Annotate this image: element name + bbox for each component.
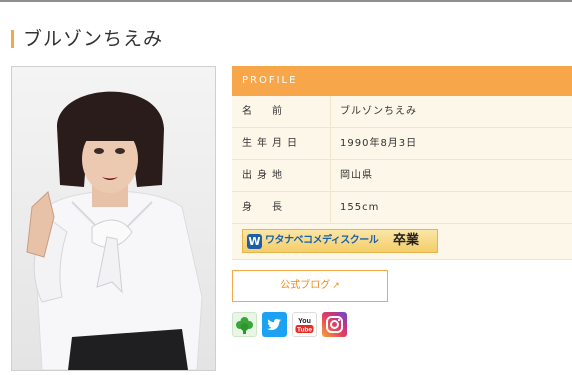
row-value: 岡山県: [340, 170, 373, 181]
school-badge: W ワタナベコメディスクール 卒業: [242, 229, 438, 253]
row-label: 名 前: [242, 106, 287, 117]
page-title: ブルゾンちえみ: [23, 28, 164, 50]
row-value: ブルゾンちえみ: [340, 106, 417, 117]
school-logo-icon: W: [247, 234, 262, 249]
row-label: 生年月日: [242, 138, 302, 149]
school-status: 卒業: [393, 233, 420, 248]
top-divider: [0, 0, 572, 2]
youtube-tube-text: Tube: [297, 326, 312, 333]
instagram-icon[interactable]: [322, 312, 347, 337]
school-row: W ワタナベコメディスクール 卒業: [232, 224, 572, 260]
profile-table: PROFILE 名 前 ブルゾンちえみ 生年月日 1990年8月3日 出身地 岡…: [232, 66, 572, 260]
row-divider: [330, 192, 331, 223]
row-divider: [330, 96, 331, 127]
ameba-icon[interactable]: [232, 312, 257, 337]
row-label: 身 長: [242, 202, 287, 213]
profile-header: PROFILE: [232, 66, 572, 96]
title-accent-bar: [11, 30, 14, 48]
external-link-icon: ↗: [332, 281, 340, 291]
row-label: 出身地: [242, 170, 287, 181]
profile-row-height: 身 長 155cm: [232, 192, 572, 224]
row-value: 155cm: [340, 202, 380, 213]
row-divider: [330, 160, 331, 191]
row-divider: [330, 128, 331, 159]
twitter-icon[interactable]: [262, 312, 287, 337]
profile-row-name: 名 前 ブルゾンちえみ: [232, 96, 572, 128]
profile-row-birthplace: 出身地 岡山県: [232, 160, 572, 192]
profile-row-birthday: 生年月日 1990年8月3日: [232, 128, 572, 160]
profile-photo: [11, 66, 216, 371]
official-blog-button[interactable]: 公式ブログ ↗: [232, 270, 388, 302]
youtube-you-text: You: [298, 318, 311, 325]
school-name: ワタナベコメディスクール: [265, 235, 379, 246]
blog-label: 公式ブログ: [280, 280, 331, 291]
row-value: 1990年8月3日: [340, 138, 418, 149]
youtube-icon[interactable]: You Tube: [292, 312, 317, 337]
